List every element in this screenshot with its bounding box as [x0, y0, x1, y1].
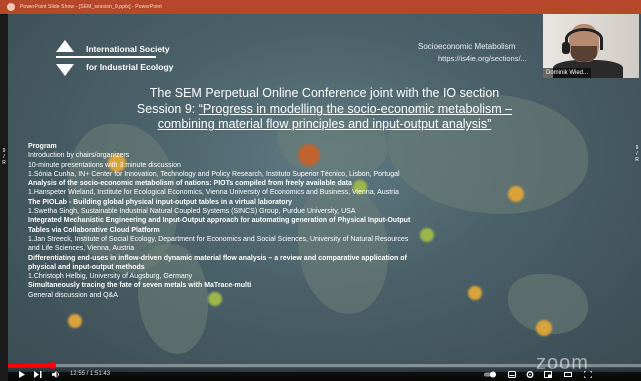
program-line: 1.Swetha Singh, Sustainable Industrial N…	[28, 208, 356, 216]
program-line: physical and input-output methods	[28, 263, 145, 271]
powerpoint-title-bar: PowerPoint Slide Show - [SEM_session_9.p…	[0, 0, 641, 14]
progress-bar-fill	[8, 364, 53, 367]
program-line: Tables via Collaborative Cloud Platform	[28, 226, 160, 234]
program-line: Introduction by chairs/organizers	[28, 152, 130, 160]
program-line: and Life Sciences, Vienna, Austria	[28, 245, 135, 253]
map-marker	[536, 320, 552, 336]
time-display: 12:55 / 1:51:43	[70, 371, 111, 377]
theater-mode-icon[interactable]	[564, 371, 572, 378]
program-line: Integrated Mechanistic Engineering and I…	[28, 217, 411, 225]
conference-title: The SEM Perpetual Online Conference join…	[149, 86, 500, 100]
webcam-thumbnail[interactable]: Dominik Wied...	[543, 14, 639, 78]
section-url: https://is4ie.org/sections/...	[438, 54, 527, 63]
session-title-line1: Session 9: “Progress in modelling the so…	[8, 102, 641, 116]
next-icon[interactable]	[34, 371, 42, 378]
program-list: Program Introduction by chairs/organizers…	[28, 142, 618, 300]
left-edge-label: 9 / R	[2, 148, 6, 166]
program-line: Analysis of the socio-economic metabolis…	[28, 180, 352, 188]
window-title: PowerPoint Slide Show - [SEM_session_9.p…	[20, 4, 162, 10]
logo-text-line1: International Society	[86, 44, 170, 54]
miniplayer-icon[interactable]	[544, 371, 552, 378]
program-line: Program	[28, 143, 57, 150]
fullscreen-icon[interactable]	[584, 371, 592, 378]
program-line: 1.Sónia Cunha, IN+ Center for Innovation…	[28, 170, 400, 178]
video-player[interactable]: PowerPoint Slide Show - [SEM_session_9.p…	[0, 0, 641, 381]
powerpoint-icon	[7, 3, 15, 11]
session-prefix: Session 9:	[136, 102, 199, 116]
logo-divider	[56, 56, 156, 58]
settings-icon[interactable]	[526, 371, 534, 378]
subtitles-icon[interactable]	[508, 371, 516, 378]
volume-icon[interactable]	[52, 371, 60, 378]
session-title-part2: combining material flow principles and i…	[157, 117, 492, 131]
section-name: Socioeconomic Metabolism	[418, 42, 516, 51]
isie-logo: International Society for Industrial Eco…	[56, 40, 206, 82]
session-title-line2: combining material flow principles and i…	[8, 117, 641, 131]
program-line: 1.Christoph Helbig, University of Augsbu…	[28, 273, 193, 281]
right-edge-label: 9 / R	[635, 145, 639, 163]
progress-bar[interactable]	[8, 362, 641, 369]
logo-text-line2: for Industrial Ecology	[86, 62, 174, 72]
logo-arrow-up-icon	[56, 40, 74, 52]
headset-icon	[565, 28, 603, 50]
program-line: Differentiating end-uses in inflow-drive…	[28, 254, 407, 262]
headset-earcup-icon	[562, 42, 570, 54]
program-line: Simultaneously tracing the fate of seven…	[28, 282, 252, 290]
program-line: 1.Hanspeter Wieland, Institute for Ecolo…	[28, 189, 399, 197]
program-line: The PIOLab - Building global physical in…	[28, 198, 293, 206]
program-line: 10-minute presentations with 3 minute di…	[28, 161, 181, 169]
program-line: General discussion and Q&A	[28, 291, 118, 299]
map-marker	[68, 314, 82, 328]
play-icon[interactable]	[18, 371, 26, 378]
autoplay-toggle-icon[interactable]	[484, 371, 496, 378]
program-line: 1.Jan Streeck, Institute of Social Ecolo…	[28, 235, 409, 243]
participant-name: Dominik Wied...	[543, 68, 592, 78]
session-title-part1: “Progress in modelling the socio-economi…	[198, 102, 513, 116]
video-controls: 12:55 / 1:51:43	[8, 368, 641, 381]
logo-arrow-down-icon	[56, 64, 74, 76]
